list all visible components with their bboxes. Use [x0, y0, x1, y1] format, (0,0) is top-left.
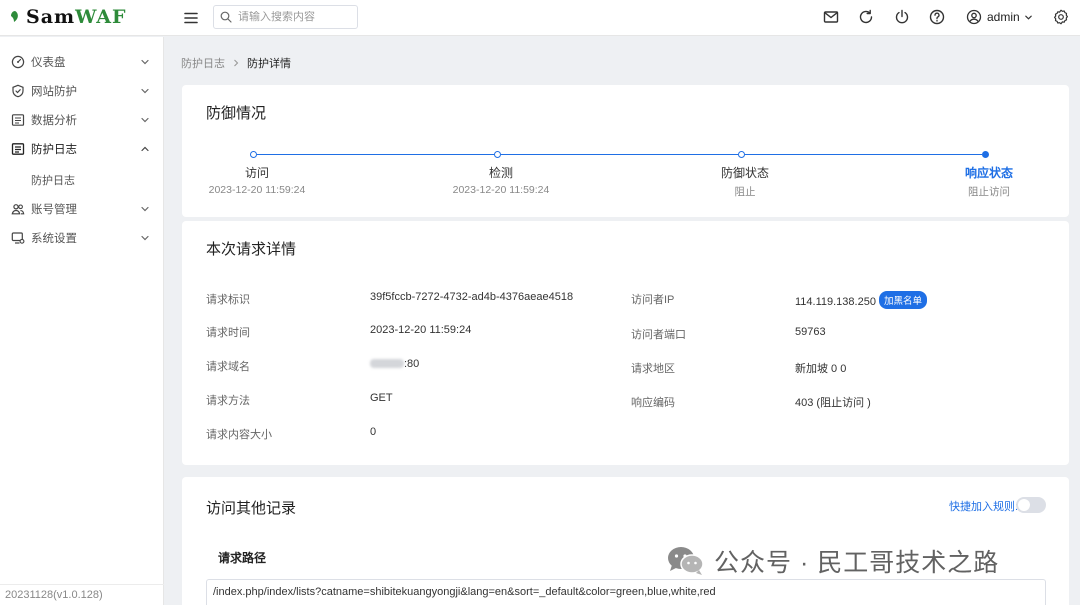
sidebar-item-account[interactable]: 账号管理: [0, 196, 164, 222]
step-dot-defense: [738, 151, 745, 158]
other-records-title: 访问其他记录: [206, 500, 297, 517]
refresh-icon[interactable]: [857, 8, 875, 26]
step-title-detect: 检测: [488, 166, 513, 180]
step-title-response: 响应状态: [964, 166, 1013, 180]
dashboard-icon: [11, 55, 25, 69]
settings-icon: [11, 232, 25, 244]
step-dot-detect: [494, 151, 501, 158]
users-icon: [11, 204, 25, 215]
toggle-knob: [1018, 499, 1030, 511]
request-id-label: 请求标识: [206, 294, 250, 306]
defense-title: 防御情况: [206, 105, 267, 122]
request-path-field[interactable]: /index.php/index/lists?catname=shibiteku…: [206, 579, 1046, 605]
request-domain: :80: [370, 358, 419, 370]
sidebar-item-site-protection[interactable]: 网站防护: [0, 78, 164, 104]
add-blacklist-button[interactable]: 加黑名单: [878, 291, 927, 309]
sidebar-item-label: 系统设置: [31, 233, 77, 245]
request-region-value: 新加坡 0 0: [795, 363, 847, 375]
mail-icon[interactable]: [822, 8, 840, 26]
step-dot-response: [982, 151, 989, 158]
response-code-value: 403 (阻止访问 ): [795, 397, 871, 409]
sidebar-item-system-settings[interactable]: 系统设置: [0, 225, 164, 251]
power-icon[interactable]: [893, 8, 911, 26]
help-icon[interactable]: [928, 8, 946, 26]
sidebar-item-dashboard[interactable]: 仪表盘: [0, 49, 164, 75]
visitor-port-label: 访问者端口: [631, 329, 686, 341]
chevron-down-icon: [141, 59, 149, 65]
user-name: admin: [987, 10, 1020, 24]
redacted-domain: [370, 359, 404, 368]
request-region-label: 请求地区: [631, 363, 675, 375]
sidebar-item-protection-log[interactable]: 防护日志: [0, 136, 164, 162]
step-desc-response: 阻止访问: [968, 186, 1010, 198]
version-label: 20231128(v1.0.128): [0, 584, 164, 605]
step-desc-defense: 阻止: [734, 186, 756, 198]
request-method-label: 请求方法: [206, 395, 250, 407]
chevron-down-icon: [141, 206, 149, 212]
visitor-ip-value: 114.119.138.250: [795, 296, 876, 308]
visitor-ip: 114.119.138.250 加黑名单: [795, 291, 927, 309]
logo-text: SamWAF: [26, 6, 127, 28]
request-domain-label: 请求域名: [206, 361, 250, 373]
step-dot-visit: [250, 151, 257, 158]
logo[interactable]: SamWAF: [10, 5, 127, 29]
sidebar-item-label: 账号管理: [31, 204, 77, 216]
request-detail-card: 本次请求详情: [182, 221, 1069, 465]
chevron-down-icon: [141, 117, 149, 123]
watermark-text: 公众号 · 民工哥技术之路: [714, 549, 1000, 577]
search-icon: [220, 11, 232, 23]
request-id-value: 39f5fccb-7272-4732-ad4b-4376aeae4518: [370, 291, 574, 303]
response-code-label: 响应编码: [631, 397, 675, 409]
step-title-defense: 防御状态: [720, 166, 769, 180]
step-desc-visit: 2023-12-20 11:59:24: [208, 184, 306, 196]
sidebar: 仪表盘 网站防护 数据分析 防护日志 防护日志 账号管理 系统设置 202311…: [0, 37, 164, 605]
step-desc-detect: 2023-12-20 11:59:24: [452, 184, 550, 196]
top-bar: SamWAF admin: [0, 0, 1080, 36]
request-method-value: GET: [370, 392, 393, 404]
search-input[interactable]: [238, 11, 348, 23]
leaf-icon: [11, 11, 18, 22]
visitor-port-value: 59763: [795, 326, 826, 338]
step-connector: [257, 154, 494, 155]
chevron-down-icon: [141, 88, 149, 94]
request-path-heading: 请求路径: [218, 551, 267, 565]
chevron-right-icon: [234, 59, 239, 67]
chevron-down-icon: [141, 235, 149, 241]
breadcrumb-current: 防护详情: [247, 58, 291, 70]
shield-icon: [12, 84, 24, 98]
sidebar-item-data-analysis[interactable]: 数据分析: [0, 107, 164, 133]
wechat-icon: [668, 547, 704, 575]
sidebar-subitem-protection-log[interactable]: 防护日志: [31, 168, 151, 192]
settings-gear-icon[interactable]: [1052, 8, 1070, 26]
chart-icon: [11, 114, 25, 126]
sidebar-item-label: 仪表盘: [31, 57, 66, 69]
request-time-value: 2023-12-20 11:59:24: [370, 324, 472, 336]
chevron-up-icon: [141, 146, 149, 152]
user-menu[interactable]: admin: [966, 8, 1033, 26]
sidebar-item-label: 网站防护: [31, 86, 77, 98]
request-domain-value: :80: [404, 358, 420, 370]
step-connector: [501, 154, 738, 155]
request-size-label: 请求内容大小: [206, 429, 272, 441]
quick-rule-label: 快捷加入规则:: [949, 501, 1019, 513]
breadcrumb-parent[interactable]: 防护日志: [181, 55, 225, 71]
step-title-visit: 访问: [244, 166, 269, 180]
sidebar-item-label: 数据分析: [31, 115, 77, 127]
search-box[interactable]: [213, 5, 358, 29]
visitor-ip-label: 访问者IP: [631, 294, 675, 306]
user-avatar-icon: [966, 9, 982, 25]
request-detail-title: 本次请求详情: [206, 241, 297, 258]
request-size-value: 0: [370, 426, 377, 438]
step-connector: [745, 154, 982, 155]
watermark: 公众号 · 民工哥技术之路: [666, 544, 999, 578]
chevron-down-icon: [1024, 15, 1032, 20]
request-time-label: 请求时间: [206, 327, 250, 339]
log-icon: [11, 143, 25, 155]
quick-rule-toggle[interactable]: [1016, 497, 1046, 513]
sidebar-item-label: 防护日志: [31, 144, 77, 156]
breadcrumb: 防护日志 防护详情: [181, 56, 291, 70]
menu-toggle-icon[interactable]: [182, 9, 200, 27]
